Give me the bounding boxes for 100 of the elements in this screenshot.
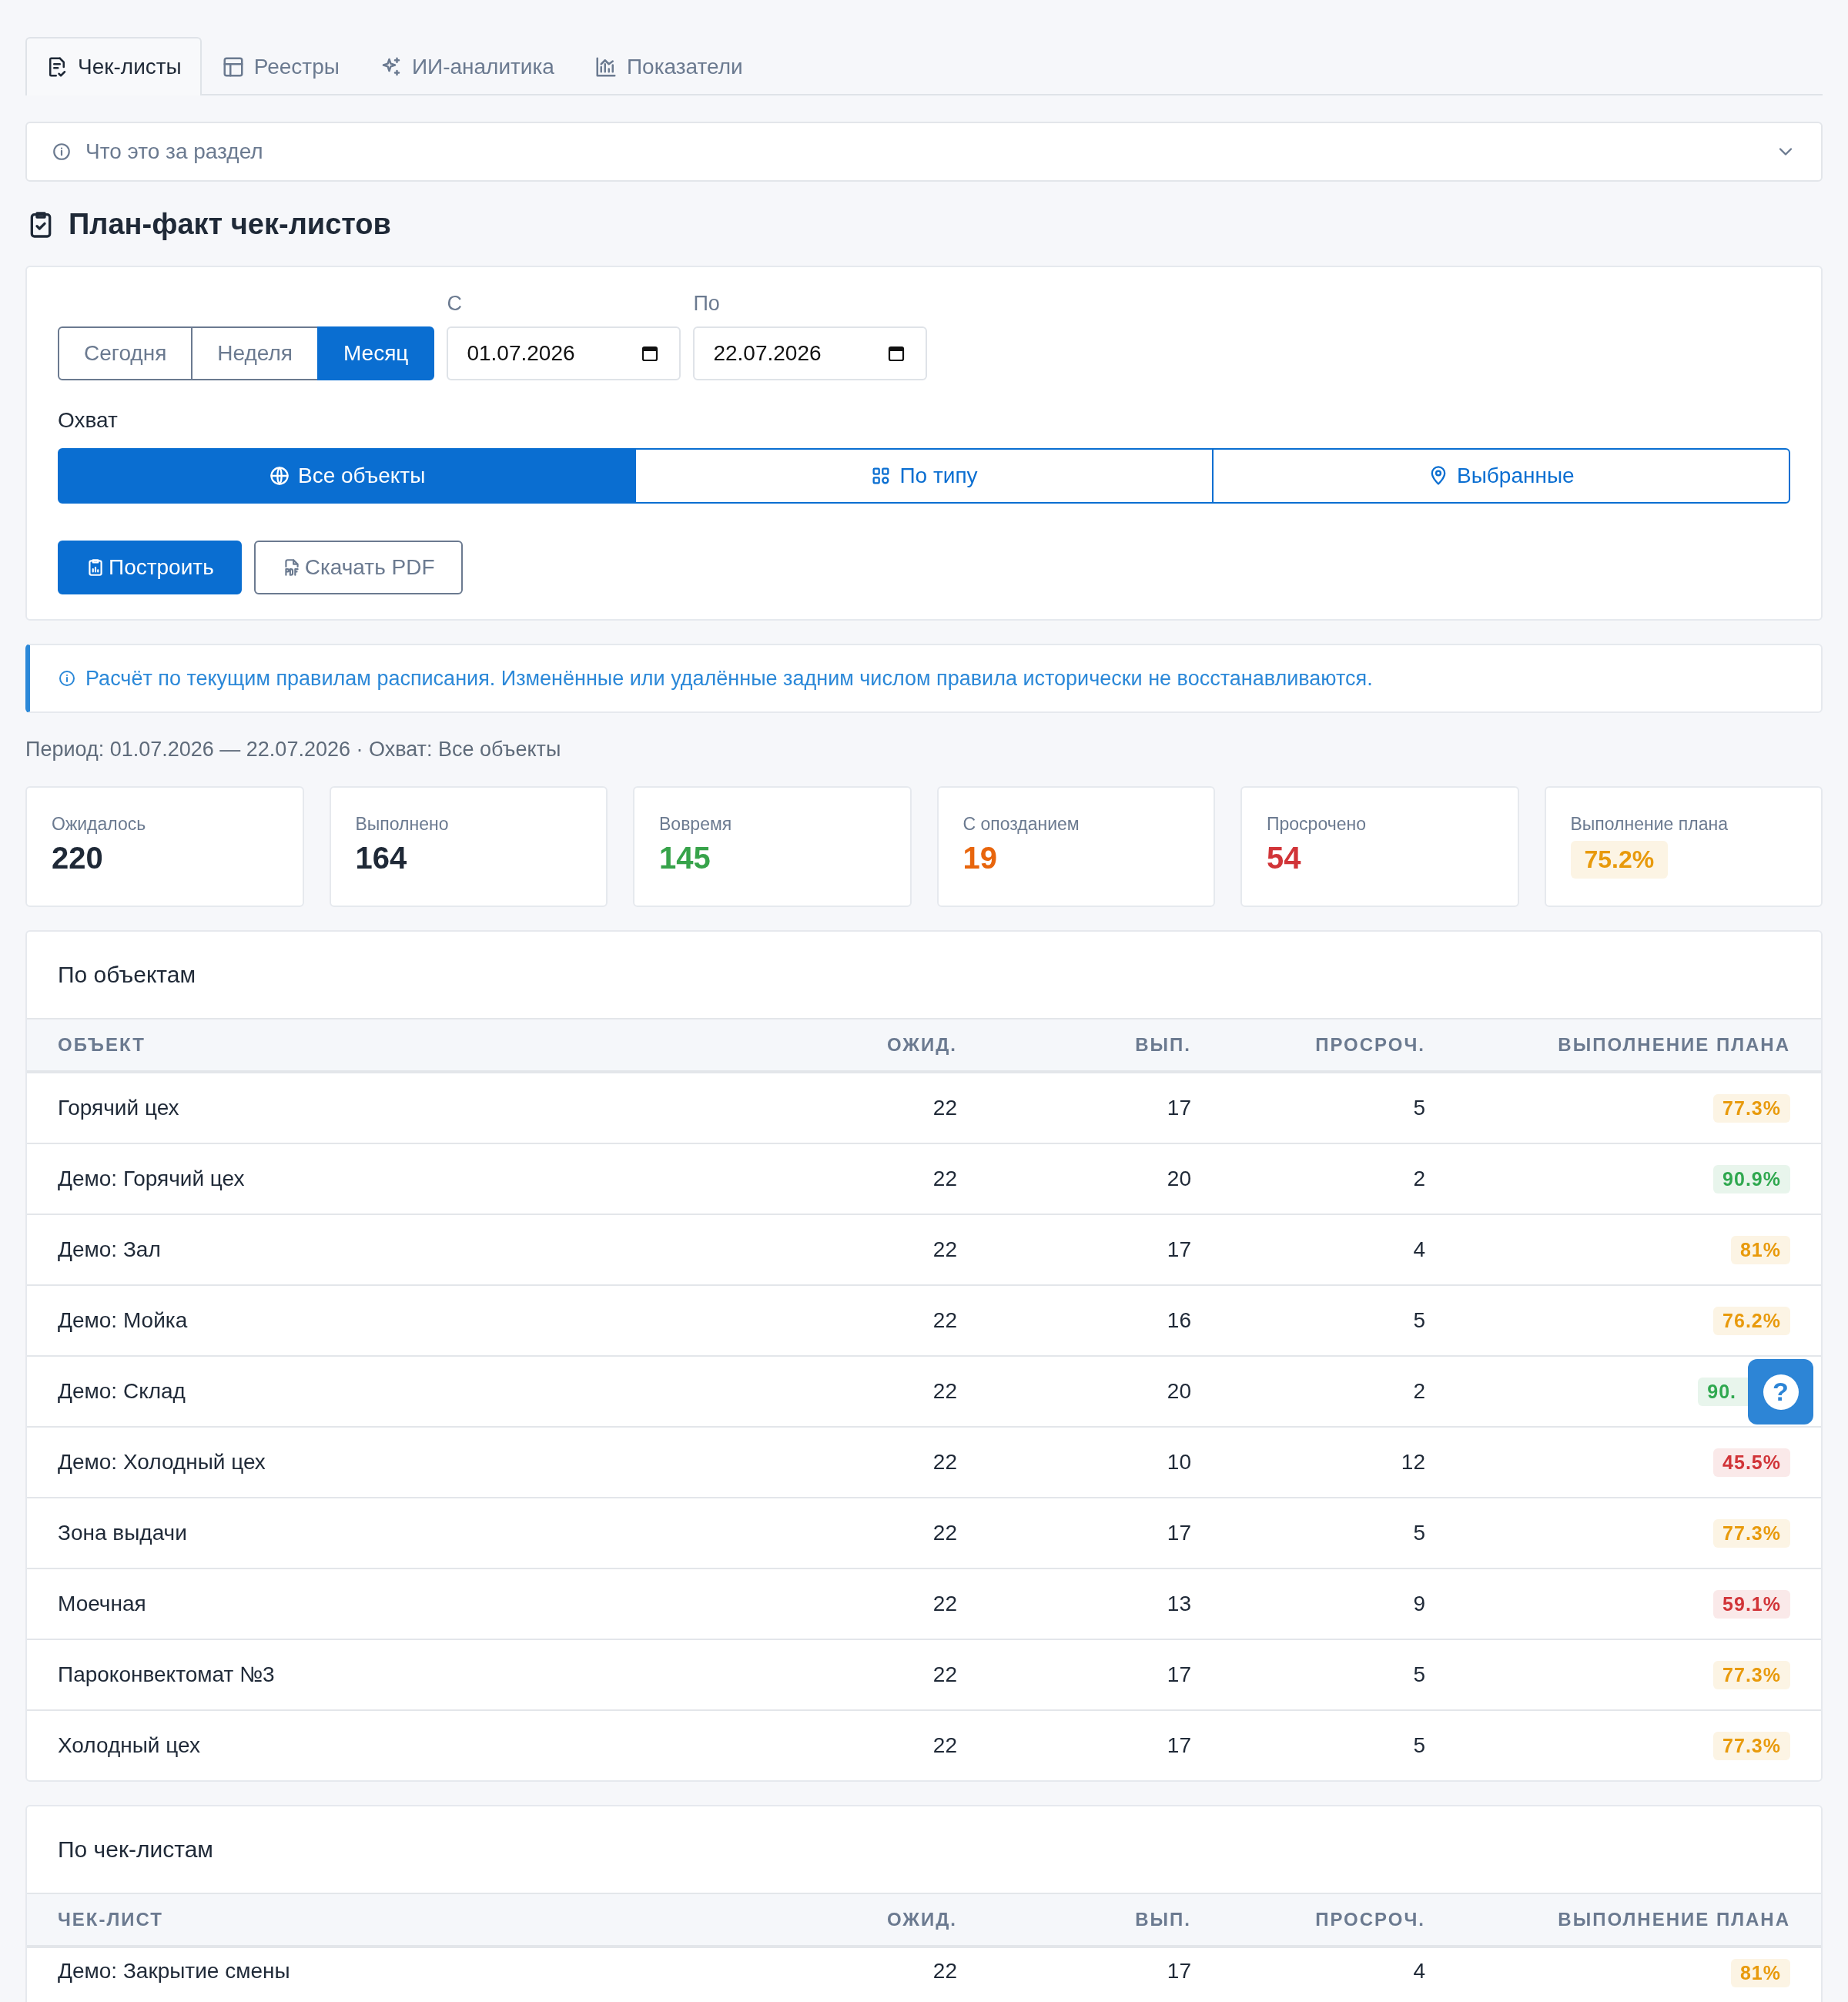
table-cell-text: Демо: Склад xyxy=(58,1379,186,1404)
percent-badge: 59.1% xyxy=(1713,1589,1790,1619)
globe-icon xyxy=(269,465,290,487)
table-cell-text: 20 xyxy=(1166,1379,1191,1404)
stat-value: 220 xyxy=(52,841,104,875)
stat-value: 54 xyxy=(1267,841,1302,875)
table-cell-text: 22 xyxy=(932,1959,957,1984)
table-cell-text: Демо: Мойка xyxy=(58,1308,189,1333)
table-cell-text: 5 xyxy=(1412,1733,1425,1758)
table-cell-text: 2 xyxy=(1412,1379,1425,1404)
table-cell-text: Горячий цех xyxy=(58,1096,180,1120)
table-cell-text: 10 xyxy=(1166,1450,1191,1475)
table-cell-text: Демо: Зал xyxy=(58,1237,162,1262)
date-label: По xyxy=(693,292,721,316)
column-header: ВЫП. xyxy=(1134,1909,1191,1930)
stat-label: Просрочено xyxy=(1267,814,1367,835)
page-title: План-факт чек-листов xyxy=(69,208,391,241)
table-cell-text: Демо: Холодный цех xyxy=(58,1450,266,1475)
table-cell-text: Пароконвектомат №3 xyxy=(58,1662,276,1687)
percent-badge: 81% xyxy=(1730,1235,1790,1264)
stat-label: С опозданием xyxy=(962,814,1080,835)
table-cell-text: 17 xyxy=(1166,1733,1191,1758)
column-header: ПРОСРОЧ. xyxy=(1314,1034,1425,1056)
column-header: ОЖИД. xyxy=(886,1909,957,1930)
stat-value: 145 xyxy=(659,841,711,875)
percent-badge: 77.3% xyxy=(1713,1731,1790,1760)
table-cell-text: 12 xyxy=(1400,1450,1425,1475)
stat-value: 75.2% xyxy=(1570,841,1669,879)
calendar-icon[interactable] xyxy=(887,344,906,363)
calendar-icon[interactable] xyxy=(641,344,660,363)
percent-badge: 77.3% xyxy=(1713,1660,1790,1689)
table-cell-text: Демо: Закрытие смены xyxy=(58,1959,291,1984)
table-cell-text: 5 xyxy=(1412,1308,1425,1333)
stat-value: 164 xyxy=(355,841,408,875)
tab[interactable]: Чек-листы xyxy=(25,37,202,95)
table-cell-text: 22 xyxy=(932,1592,957,1616)
table-cell-text: 4 xyxy=(1412,1237,1425,1262)
percent-badge: 45.5% xyxy=(1713,1448,1790,1477)
percent-badge: 76.2% xyxy=(1713,1306,1790,1335)
table-cell-text: 22 xyxy=(932,1379,957,1404)
period-summary: Период: 01.07.2026 — 22.07.2026 · Охват: Все объекты xyxy=(25,738,562,762)
section-info-panel[interactable]: Что это за раздел xyxy=(25,122,1823,182)
scope-label: Охват xyxy=(58,408,119,433)
column-header: ЧЕК-ЛИСТ xyxy=(58,1909,164,1930)
period-button[interactable]: Сегодня xyxy=(58,326,193,380)
help-button[interactable]: ? xyxy=(1748,1359,1813,1424)
download-button[interactable]: Скачать PDF xyxy=(253,541,463,594)
column-header: ВЫПОЛНЕНИЕ ПЛАНА xyxy=(1557,1034,1790,1056)
table-cell-text: 17 xyxy=(1166,1959,1191,1984)
table-title: По объектам xyxy=(58,962,196,988)
scope-button[interactable]: Выбранные xyxy=(1211,448,1790,504)
table-cell-text: Зона выдачи xyxy=(58,1521,188,1545)
table-cell-text: Холодный цех xyxy=(58,1733,201,1758)
table-cell-text: 9 xyxy=(1412,1592,1425,1616)
table-cell-text: 17 xyxy=(1166,1662,1191,1687)
table-cell-text: 22 xyxy=(932,1167,957,1191)
info-icon xyxy=(58,669,76,688)
column-header: ПРОСРОЧ. xyxy=(1314,1909,1425,1930)
table-cell-text: 20 xyxy=(1166,1167,1191,1191)
table-cell-text: Демо: Горячий цех xyxy=(58,1167,246,1191)
column-header: ОБЪЕКТ xyxy=(58,1034,146,1056)
period-button[interactable]: Месяц xyxy=(317,326,435,380)
column-header: ВЫП. xyxy=(1134,1034,1191,1056)
scope-button[interactable]: Все объекты xyxy=(58,448,637,504)
table-cell-text: 5 xyxy=(1412,1096,1425,1120)
table-cell-text: 17 xyxy=(1166,1096,1191,1120)
table-cell-text: 17 xyxy=(1166,1237,1191,1262)
table-cell-text: 16 xyxy=(1166,1308,1191,1333)
table-cell-text: 22 xyxy=(932,1733,957,1758)
table-cell-text: 22 xyxy=(932,1237,957,1262)
table-cell-text: 4 xyxy=(1412,1959,1425,1984)
stat-value: 19 xyxy=(962,841,998,875)
table-cell-text: 22 xyxy=(932,1521,957,1545)
build-button[interactable]: Построить xyxy=(58,541,242,594)
table-cell-text: 22 xyxy=(932,1662,957,1687)
percent-badge: 90.9% xyxy=(1713,1164,1790,1194)
stat-label: Вовремя xyxy=(659,814,733,835)
table-cell-text: 2 xyxy=(1412,1167,1425,1191)
date-field[interactable]: 22.07.2026 xyxy=(693,326,928,380)
tab[interactable]: Показатели xyxy=(574,37,763,95)
tab[interactable]: Реестры xyxy=(201,37,360,95)
date-field[interactable]: 01.07.2026 xyxy=(447,326,681,380)
percent-badge: 81% xyxy=(1730,1959,1790,1987)
panel-label: Что это за раздел xyxy=(85,139,264,164)
info-icon xyxy=(52,142,72,162)
table-cell-text: 5 xyxy=(1412,1521,1425,1545)
table-cell-text: 22 xyxy=(932,1308,957,1333)
table-cell-text: 22 xyxy=(932,1450,957,1475)
notice-text: Расчёт по текущим правилам расписания. Изменённые или удалённые задним числом правила исторически не восстанавливаются. xyxy=(85,666,1373,691)
stat-label: Выполнение плана xyxy=(1570,814,1729,835)
column-header: ВЫПОЛНЕНИЕ ПЛАНА xyxy=(1557,1909,1790,1930)
scope-button[interactable]: По типу xyxy=(634,448,1214,504)
table-cell-text: 17 xyxy=(1166,1521,1191,1545)
table-cell-text: Моечная xyxy=(58,1592,147,1616)
tab[interactable]: ИИ-аналитика xyxy=(359,37,574,95)
period-button[interactable]: Неделя xyxy=(191,326,319,380)
table-title: По чек-листам xyxy=(58,1836,213,1863)
percent-badge: 77.3% xyxy=(1713,1093,1790,1123)
column-header: ОЖИД. xyxy=(886,1034,957,1056)
table-cell-text: 5 xyxy=(1412,1662,1425,1687)
